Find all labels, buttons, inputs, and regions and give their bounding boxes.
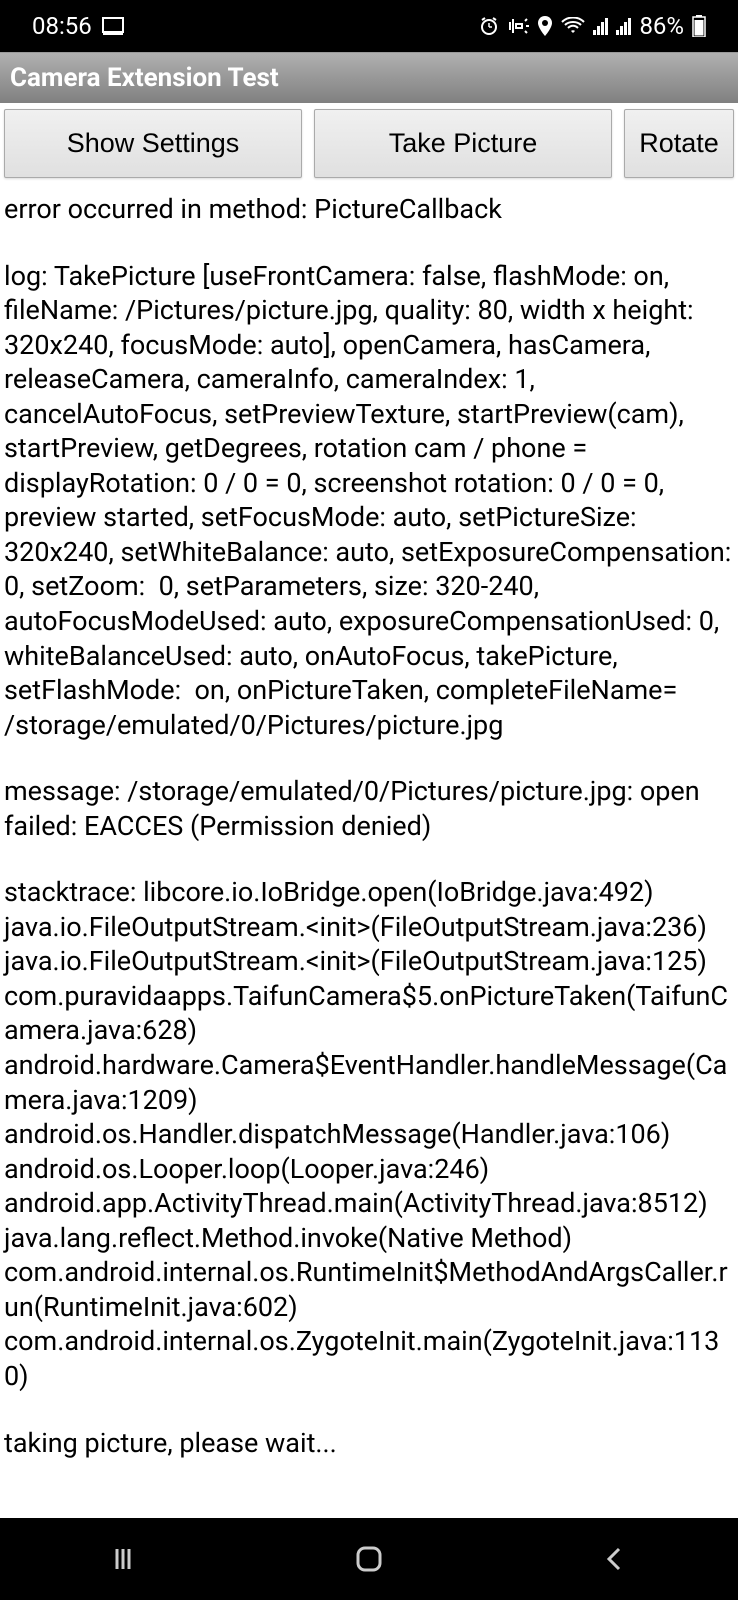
status-right: 86%	[479, 12, 706, 40]
battery-percentage: 86%	[639, 12, 684, 40]
alarm-icon	[479, 16, 499, 36]
status-text: taking picture, please wait...	[4, 1426, 734, 1461]
signal-icon	[593, 17, 608, 35]
battery-icon	[692, 15, 706, 37]
recent-apps-indicator-icon	[102, 17, 124, 35]
show-settings-button[interactable]: Show Settings	[4, 109, 302, 178]
signal-icon-2	[616, 17, 631, 35]
location-icon	[537, 16, 553, 36]
button-row: Show Settings Take Picture Rotate	[0, 103, 738, 184]
navigation-bar	[0, 1518, 738, 1600]
vibrate-icon	[507, 16, 529, 36]
stacktrace-text: stacktrace: libcore.io.IoBridge.open(IoB…	[4, 875, 734, 1393]
home-button[interactable]	[339, 1529, 399, 1589]
home-icon	[354, 1544, 384, 1574]
status-bar: 08:56	[0, 0, 738, 52]
status-time: 08:56	[32, 12, 92, 40]
recent-apps-icon	[109, 1545, 137, 1573]
log-text: log: TakePicture [useFrontCamera: false,…	[4, 259, 734, 743]
wifi-icon	[561, 17, 585, 35]
error-text: error occurred in method: PictureCallbac…	[4, 192, 734, 227]
recent-apps-button[interactable]	[93, 1529, 153, 1589]
back-icon	[601, 1545, 629, 1573]
app-title-bar: Camera Extension Test	[0, 52, 738, 103]
message-text: message: /storage/emulated/0/Pictures/pi…	[4, 774, 734, 843]
take-picture-button[interactable]: Take Picture	[314, 109, 612, 178]
content-area: error occurred in method: PictureCallbac…	[0, 184, 738, 1496]
status-left: 08:56	[32, 12, 124, 40]
app-title: Camera Extension Test	[10, 63, 279, 93]
back-button[interactable]	[585, 1529, 645, 1589]
rotate-button[interactable]: Rotate	[624, 109, 734, 178]
